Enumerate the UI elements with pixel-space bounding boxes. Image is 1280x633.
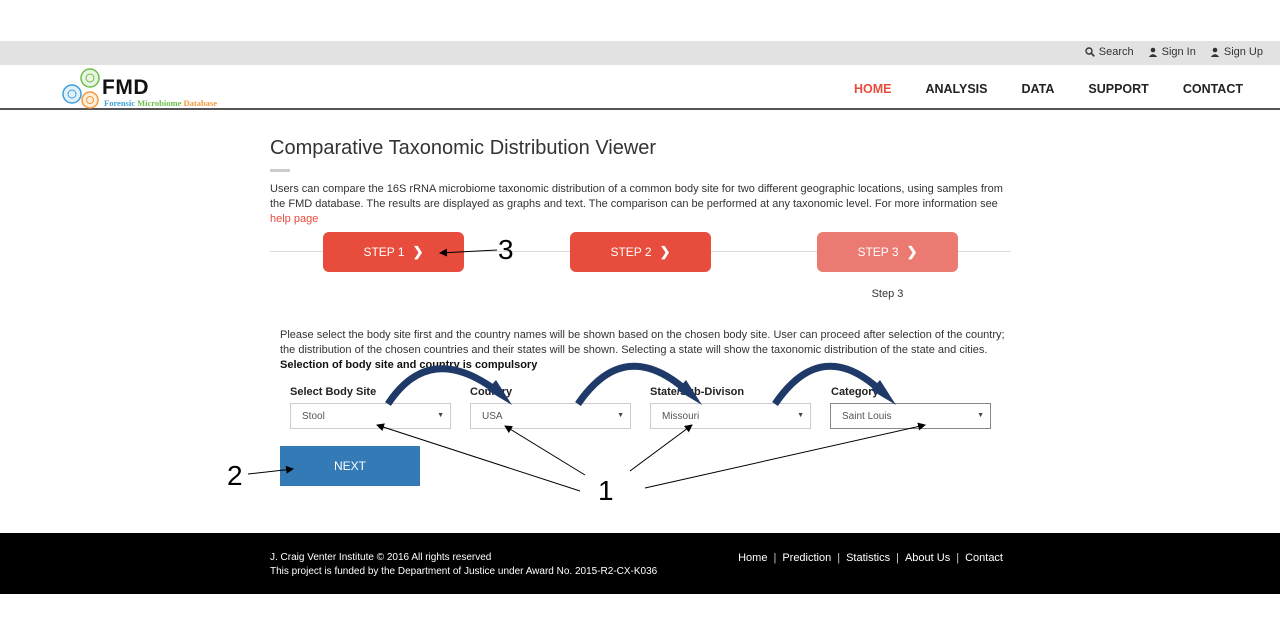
caret-down-icon: ▼ [797,412,804,419]
category-value: Saint Louis [842,411,892,422]
sign-up-label: Sign Up [1223,46,1263,58]
nav-contact[interactable]: CONTACT [1183,82,1243,96]
category-select[interactable]: Saint Louis ▼ [830,403,991,429]
search-link-label: Search [1098,46,1134,58]
footer-links: Home | Prediction | Statistics | About U… [738,552,1003,564]
footer-separator: | [837,552,841,564]
step-3-caption: Step 3 [871,288,904,300]
intro-text: Users can compare the 16S rRNA microbiom… [270,182,1015,227]
fmd-logo[interactable]: FMD Forensic Microbiome Database [62,68,222,110]
next-button[interactable]: NEXT [280,446,420,486]
user-icon [1210,47,1220,57]
user-icon [1148,47,1157,57]
chevron-right-icon: ❯ [906,244,918,259]
step-2-button[interactable]: STEP 2 ❯ [570,232,711,272]
sign-in-link[interactable]: Sign In [1148,46,1196,58]
nav-data[interactable]: DATA [1022,82,1055,96]
instructions-body: Please select the body site first and th… [280,329,1005,356]
instructions-text: Please select the body site first and th… [280,328,1005,373]
main-navbar: FMD Forensic Microbiome Database HOME AN… [0,65,1280,110]
pointer-arrow-1c [629,424,693,472]
caret-down-icon: ▼ [617,412,624,419]
chevron-right-icon: ❯ [412,244,424,259]
state-label: State/Sub-Divison [650,386,745,398]
main-nav: HOME ANALYSIS DATA SUPPORT CONTACT [854,82,1243,96]
page-title: Comparative Taxonomic Distribution Viewe… [270,137,657,159]
body-site-select[interactable]: Stool ▼ [290,403,451,429]
footer-link-statistics[interactable]: Statistics [846,552,890,564]
footer-separator: | [956,552,960,564]
footer-line-1: J. Craig Venter Institute © 2016 All rig… [270,552,492,563]
nav-home[interactable]: HOME [854,82,892,96]
caret-down-icon: ▼ [437,412,444,419]
search-icon [1085,47,1095,57]
logo-subtitle-word1: Forensic [104,98,136,108]
logo-subtitle-word3: Database [183,98,218,108]
country-label: Country [470,386,513,398]
body-site-value: Stool [302,411,325,422]
annotation-number-1: 1 [598,475,614,506]
intro-body: Users can compare the 16S rRNA microbiom… [270,183,1003,210]
annotation-number-2: 2 [227,460,243,491]
footer-line-2: This project is funded by the Department… [270,566,658,577]
country-value: USA [482,411,503,422]
footer-separator: | [773,552,777,564]
annotation-number-3: 3 [498,234,514,265]
body-site-label: Select Body Site [290,386,377,398]
top-utility-bar: Search Sign In Sign Up [0,41,1280,65]
state-value: Missouri [662,411,700,422]
sign-in-label: Sign In [1161,46,1196,58]
pointer-arrow-1d [644,422,926,489]
chevron-right-icon: ❯ [659,244,671,259]
logo-title: FMD [102,76,149,99]
logo-subtitle: Forensic Microbiome Database [104,98,217,108]
help-page-link[interactable]: help page [270,213,318,225]
footer-separator: | [896,552,899,564]
title-underline [270,169,290,172]
footer-link-about-us[interactable]: About Us [905,552,950,564]
step-1-label: STEP 1 [363,245,405,259]
footer-link-home[interactable]: Home [738,552,767,564]
step-2-label: STEP 2 [610,245,652,259]
step-3-label: STEP 3 [857,245,899,259]
sign-up-link[interactable]: Sign Up [1210,46,1263,58]
nav-analysis[interactable]: ANALYSIS [925,82,987,96]
search-link[interactable]: Search [1085,46,1134,58]
caret-down-icon: ▼ [977,412,984,419]
footer-copyright: J. Craig Venter Institute © 2016 All rig… [270,551,657,579]
footer-link-contact[interactable]: Contact [965,552,1003,564]
pointer-arrow-1b [504,425,586,476]
logo-subtitle-word2: Microbiome [137,98,182,108]
instructions-required-note: Selection of body site and country is co… [280,359,538,371]
step-3-button[interactable]: STEP 3 ❯ [817,232,958,272]
footer-link-prediction[interactable]: Prediction [782,552,831,564]
state-select[interactable]: Missouri ▼ [650,403,811,429]
top-utility-links: Search Sign In Sign Up [1085,46,1263,58]
country-select[interactable]: USA ▼ [470,403,631,429]
footer: J. Craig Venter Institute © 2016 All rig… [0,533,1280,594]
category-label: Category [831,386,879,398]
step-1-button[interactable]: STEP 1 ❯ [323,232,464,272]
nav-support[interactable]: SUPPORT [1088,82,1148,96]
